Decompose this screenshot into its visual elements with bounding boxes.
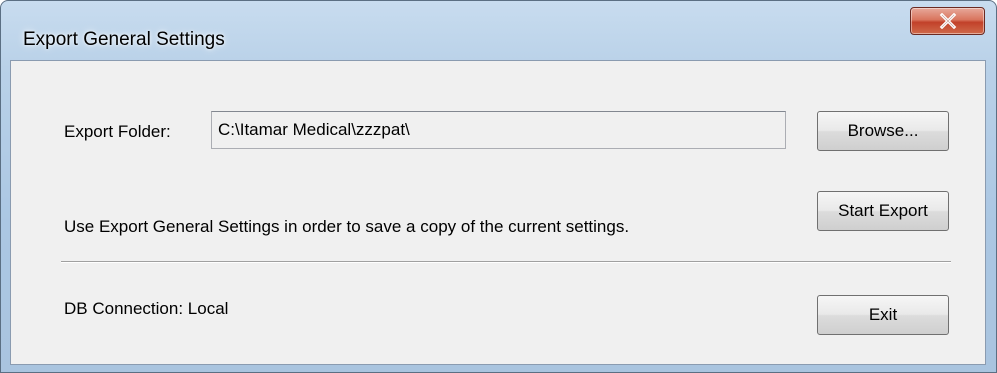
browse-button[interactable]: Browse... <box>817 111 949 151</box>
export-folder-label: Export Folder: <box>64 122 171 141</box>
close-x-icon <box>939 13 957 29</box>
window-title: Export General Settings <box>23 29 225 50</box>
dialog-window: Export General Settings Export Folder: B… <box>0 0 997 373</box>
description-text: Use Export General Settings in order to … <box>64 217 630 236</box>
dialog-client-area: Export Folder: Browse... Use Export Gene… <box>10 60 986 365</box>
separator-line <box>61 261 951 263</box>
exit-button[interactable]: Exit <box>817 295 949 335</box>
db-connection-status: DB Connection: Local <box>64 299 229 318</box>
close-button[interactable] <box>910 7 985 35</box>
export-folder-input[interactable] <box>211 111 786 149</box>
start-export-button[interactable]: Start Export <box>817 191 949 231</box>
title-bar[interactable]: Export General Settings <box>1 1 996 59</box>
